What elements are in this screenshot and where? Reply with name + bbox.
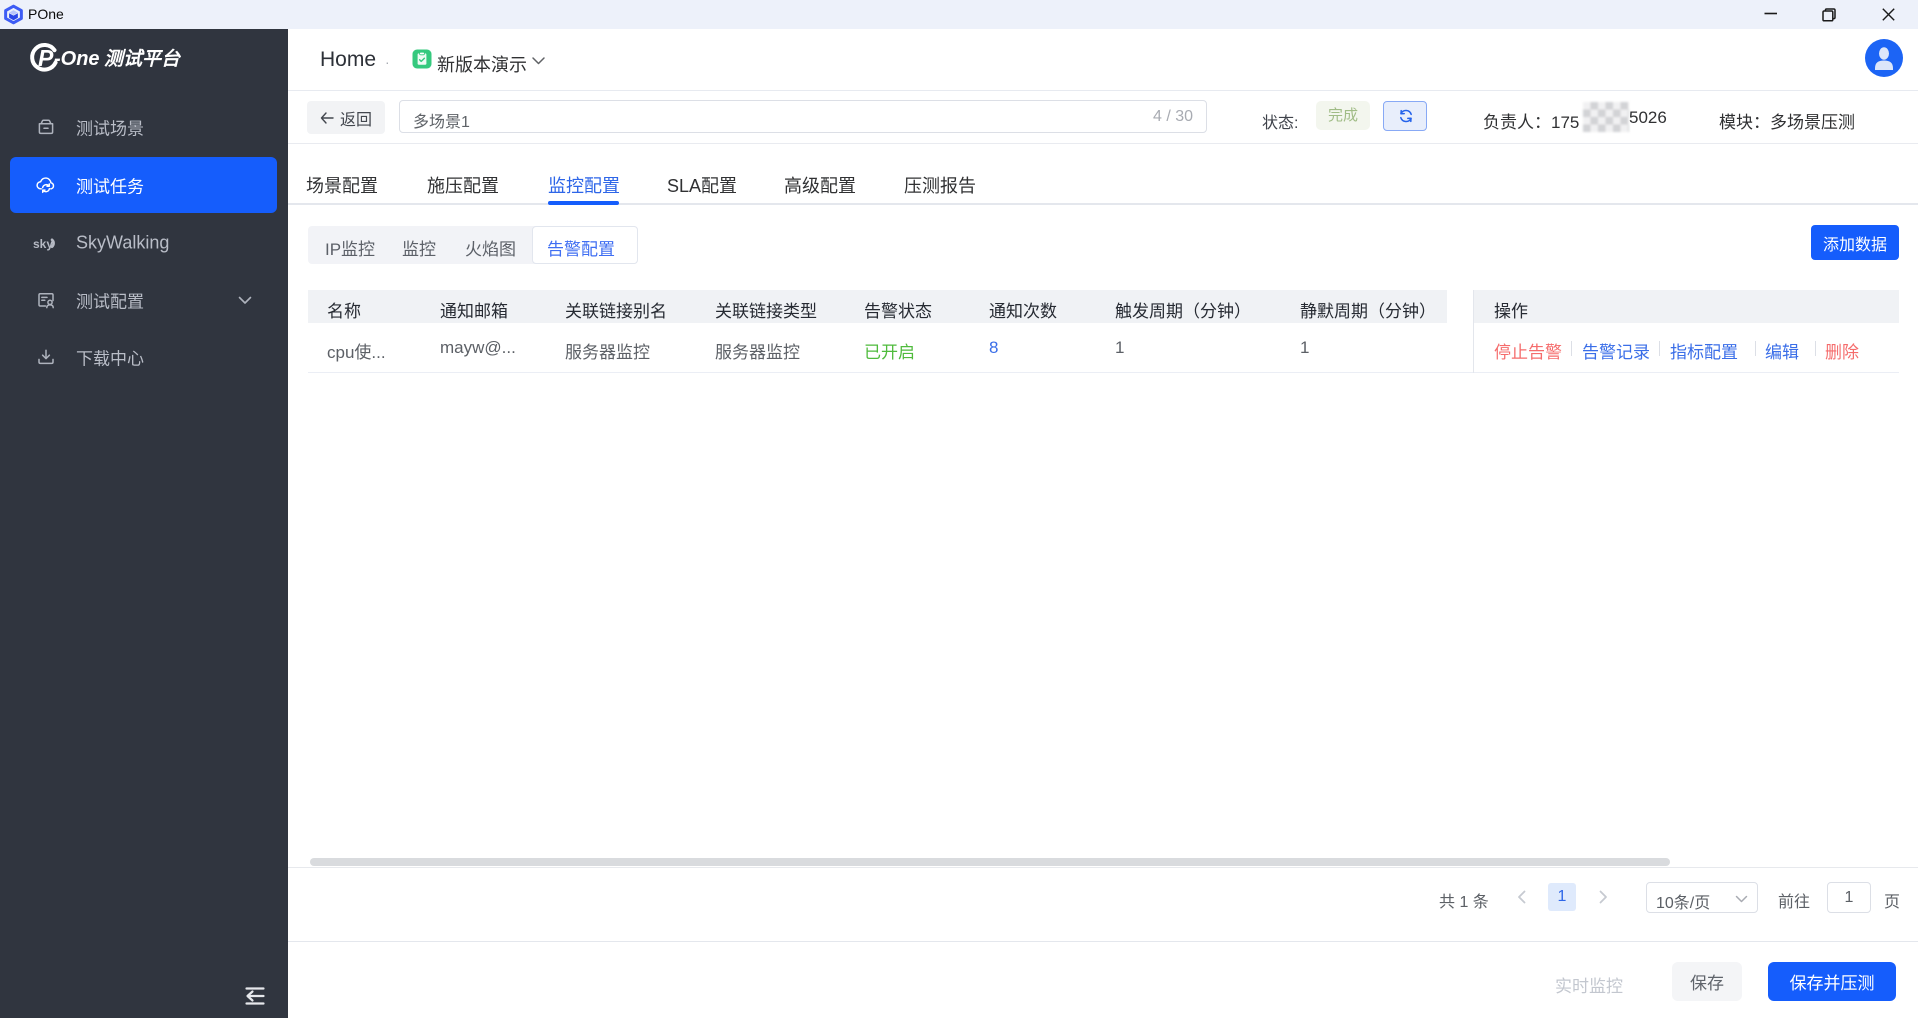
svg-text:测试平台: 测试平台	[104, 48, 182, 70]
svg-text:sky: sky	[33, 237, 53, 251]
svg-text:P: P	[38, 45, 54, 71]
svg-text:-One: -One	[54, 48, 100, 70]
